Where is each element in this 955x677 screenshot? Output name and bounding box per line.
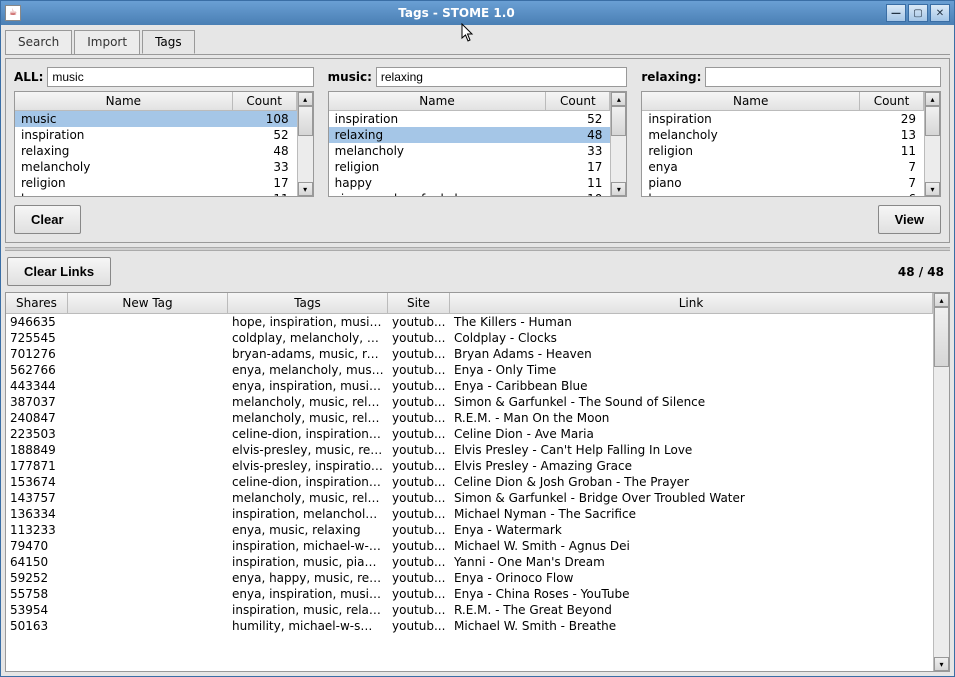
tag-row[interactable]: enya7 bbox=[642, 159, 924, 175]
col-tags[interactable]: Tags bbox=[228, 293, 388, 313]
scroll-up-icon[interactable]: ▴ bbox=[934, 293, 949, 307]
filter-column-1: music: NameCountinspiration52relaxing48me… bbox=[328, 67, 628, 197]
tag-row[interactable]: melancholy33 bbox=[329, 143, 611, 159]
window-controls: — ▢ ✕ bbox=[886, 4, 950, 22]
col-newtag[interactable]: New Tag bbox=[68, 293, 228, 313]
scroll-up-icon[interactable]: ▴ bbox=[925, 92, 940, 106]
taglist-scrollbar[interactable]: ▴▾ bbox=[924, 92, 940, 196]
link-row[interactable]: 113233enya, music, relaxingyoutub...Enya… bbox=[6, 522, 933, 538]
filters-row: ALL:NameCountmusic108inspiration52relaxi… bbox=[14, 67, 941, 197]
clear-links-button[interactable]: Clear Links bbox=[7, 257, 111, 286]
taglist-scrollbar[interactable]: ▴▾ bbox=[610, 92, 626, 196]
scroll-down-icon[interactable]: ▾ bbox=[934, 657, 949, 671]
tag-row[interactable]: simon and garfunkel10 bbox=[329, 191, 611, 196]
links-count: 48 / 48 bbox=[898, 265, 944, 279]
link-row[interactable]: 387037melancholy, music, relaxi...youtub… bbox=[6, 394, 933, 410]
tag-row[interactable]: happy11 bbox=[15, 191, 297, 196]
split-divider[interactable] bbox=[5, 247, 950, 251]
panel-buttons: Clear View bbox=[14, 205, 941, 234]
scroll-down-icon[interactable]: ▾ bbox=[298, 182, 313, 196]
link-row[interactable]: 59252enya, happy, music, rela...youtub..… bbox=[6, 570, 933, 586]
filter-column-2: relaxing: NameCountinspiration29melanchol… bbox=[641, 67, 941, 197]
tab-tags[interactable]: Tags bbox=[142, 30, 195, 54]
tag-row[interactable]: religion17 bbox=[15, 175, 297, 191]
links-table: Shares New Tag Tags Site Link 946635hope… bbox=[5, 292, 950, 672]
app-icon: ☕ bbox=[5, 5, 21, 21]
col-link[interactable]: Link bbox=[450, 293, 933, 313]
view-button[interactable]: View bbox=[878, 205, 941, 234]
content-area: Search Import Tags ALL:NameCountmusic108… bbox=[1, 25, 954, 676]
tag-row[interactable]: piano7 bbox=[642, 175, 924, 191]
link-row[interactable]: 55758enya, inspiration, music, ...youtub… bbox=[6, 586, 933, 602]
link-row[interactable]: 50163humility, michael-w-smith...youtub.… bbox=[6, 618, 933, 634]
col-name[interactable]: Name bbox=[15, 92, 233, 110]
taglist-scrollbar[interactable]: ▴▾ bbox=[297, 92, 313, 196]
close-button[interactable]: ✕ bbox=[930, 4, 950, 22]
filter-input[interactable] bbox=[47, 67, 313, 87]
tag-row[interactable]: inspiration52 bbox=[15, 127, 297, 143]
link-row[interactable]: 136334inspiration, melancholy, ...youtub… bbox=[6, 506, 933, 522]
tab-search[interactable]: Search bbox=[5, 30, 72, 54]
link-row[interactable]: 443344enya, inspiration, music,...youtub… bbox=[6, 378, 933, 394]
tag-row[interactable]: religion17 bbox=[329, 159, 611, 175]
tag-row[interactable]: hope6 bbox=[642, 191, 924, 196]
tag-row[interactable]: religion11 bbox=[642, 143, 924, 159]
link-row[interactable]: 562766enya, melancholy, music,...youtub.… bbox=[6, 362, 933, 378]
tag-row[interactable]: melancholy13 bbox=[642, 127, 924, 143]
col-count[interactable]: Count bbox=[546, 92, 610, 110]
col-count[interactable]: Count bbox=[860, 92, 924, 110]
link-row[interactable]: 725545coldplay, melancholy, mu...youtub.… bbox=[6, 330, 933, 346]
tag-row[interactable]: relaxing48 bbox=[15, 143, 297, 159]
link-row[interactable]: 53954inspiration, music, relaxi...youtub… bbox=[6, 602, 933, 618]
tag-row[interactable]: inspiration29 bbox=[642, 111, 924, 127]
col-count[interactable]: Count bbox=[233, 92, 297, 110]
link-row[interactable]: 153674celine-dion, inspiration, j...yout… bbox=[6, 474, 933, 490]
link-row[interactable]: 188849elvis-presley, music, rela...youtu… bbox=[6, 442, 933, 458]
tab-import[interactable]: Import bbox=[74, 30, 140, 54]
col-name[interactable]: Name bbox=[642, 92, 860, 110]
maximize-button[interactable]: ▢ bbox=[908, 4, 928, 22]
link-row[interactable]: 79470inspiration, michael-w-sm...youtub.… bbox=[6, 538, 933, 554]
link-row[interactable]: 701276bryan-adams, music, rela...youtub.… bbox=[6, 346, 933, 362]
tag-row[interactable]: melancholy33 bbox=[15, 159, 297, 175]
filter-column-0: ALL: NameCountmusic108inspiration52relaxi… bbox=[14, 67, 314, 197]
scroll-down-icon[interactable]: ▾ bbox=[925, 182, 940, 196]
link-row[interactable]: 143757melancholy, music, relaxi...youtub… bbox=[6, 490, 933, 506]
tag-row[interactable]: happy11 bbox=[329, 175, 611, 191]
link-row[interactable]: 223503celine-dion, inspiration, ...youtu… bbox=[6, 426, 933, 442]
minimize-button[interactable]: — bbox=[886, 4, 906, 22]
link-row[interactable]: 240847melancholy, music, relaxi...youtub… bbox=[6, 410, 933, 426]
tag-row[interactable]: relaxing48 bbox=[329, 127, 611, 143]
col-site[interactable]: Site bbox=[388, 293, 450, 313]
tag-row[interactable]: music108 bbox=[15, 111, 297, 127]
scroll-down-icon[interactable]: ▾ bbox=[611, 182, 626, 196]
links-header: Clear Links 48 / 48 bbox=[5, 255, 950, 288]
filter-label: ALL: bbox=[14, 70, 43, 84]
tag-row[interactable]: inspiration52 bbox=[329, 111, 611, 127]
filter-input[interactable] bbox=[705, 67, 941, 87]
link-row[interactable]: 177871elvis-presley, inspiration,...yout… bbox=[6, 458, 933, 474]
window-title: Tags - STOME 1.0 bbox=[27, 6, 886, 20]
scroll-up-icon[interactable]: ▴ bbox=[611, 92, 626, 106]
col-shares[interactable]: Shares bbox=[6, 293, 68, 313]
links-body: 946635hope, inspiration, music,...youtub… bbox=[6, 314, 933, 671]
link-row[interactable]: 64150inspiration, music, piano,...youtub… bbox=[6, 554, 933, 570]
filter-label: music: bbox=[328, 70, 372, 84]
app-window: ☕ Tags - STOME 1.0 — ▢ ✕ Search Import T… bbox=[0, 0, 955, 677]
titlebar[interactable]: ☕ Tags - STOME 1.0 — ▢ ✕ bbox=[1, 1, 954, 25]
links-scrollbar[interactable]: ▴ ▾ bbox=[933, 293, 949, 671]
tabstrip: Search Import Tags bbox=[5, 30, 950, 55]
tags-panel: ALL:NameCountmusic108inspiration52relaxi… bbox=[5, 58, 950, 243]
filter-input[interactable] bbox=[376, 67, 627, 87]
scroll-up-icon[interactable]: ▴ bbox=[298, 92, 313, 106]
clear-button[interactable]: Clear bbox=[14, 205, 81, 234]
link-row[interactable]: 946635hope, inspiration, music,...youtub… bbox=[6, 314, 933, 330]
col-name[interactable]: Name bbox=[329, 92, 547, 110]
links-columns: Shares New Tag Tags Site Link bbox=[6, 293, 933, 314]
filter-label: relaxing: bbox=[641, 70, 701, 84]
